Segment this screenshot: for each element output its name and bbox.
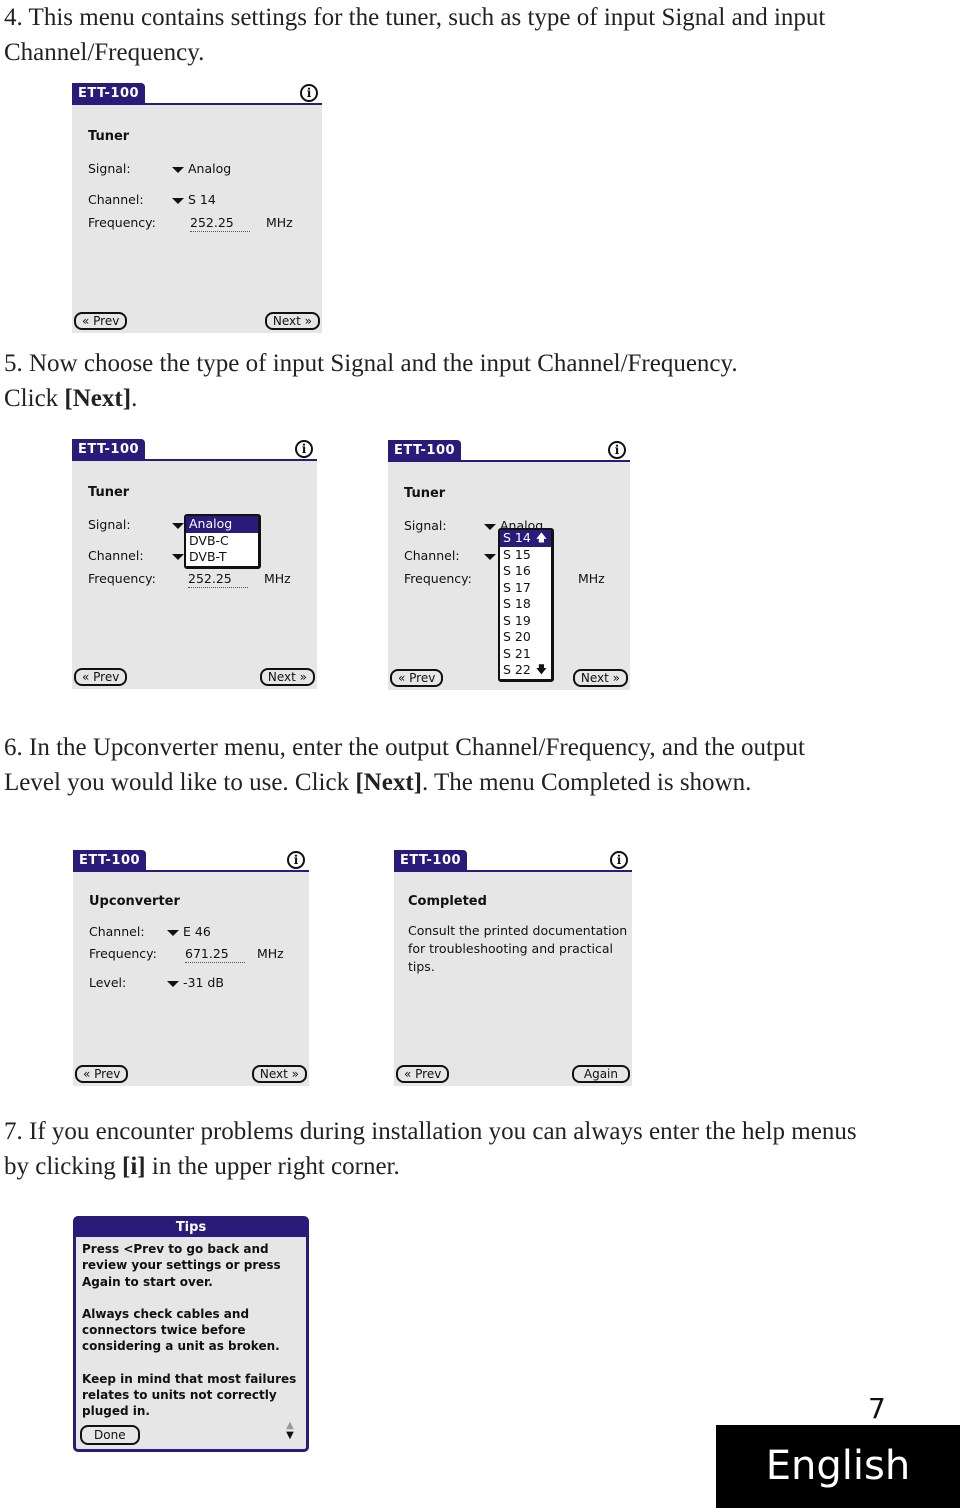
completed-message: Consult the printed documentation for tr…	[408, 923, 628, 974]
tuner-signal-popup-screen: ETT-100 i Tuner Signal: Channel: Frequen…	[72, 439, 317, 689]
channel-option-label: S 22	[503, 662, 531, 677]
app-title: ETT-100	[73, 850, 147, 872]
screen-heading: Tuner	[88, 485, 130, 500]
again-button[interactable]: Again	[571, 1065, 630, 1083]
step-6-text: 6. In the Upconverter menu, enter the ou…	[4, 730, 844, 800]
frequency-label: Frequency:	[88, 215, 156, 230]
app-title: ETT-100	[72, 439, 146, 461]
prev-button[interactable]: « Prev	[396, 1065, 450, 1083]
tips-dialog: Tips Press <Prev to go back and review y…	[73, 1216, 309, 1452]
channel-option[interactable]: S 22 🡇	[500, 662, 551, 679]
scroll-up-icon[interactable]: 🡅	[536, 530, 547, 547]
screen-heading: Tuner	[88, 129, 130, 144]
frequency-unit: MHz	[264, 571, 291, 586]
signal-option[interactable]: DVB-C	[186, 533, 258, 550]
prev-button[interactable]: « Prev	[74, 668, 128, 686]
prev-button[interactable]: « Prev	[74, 312, 128, 330]
channel-option[interactable]: S 14 🡅	[500, 530, 551, 547]
channel-dropdown[interactable]: S 14	[172, 192, 216, 208]
channel-option[interactable]: S 20	[500, 629, 551, 646]
info-icon[interactable]: i	[610, 851, 628, 869]
prev-button[interactable]: « Prev	[390, 669, 444, 687]
signal-popup-list[interactable]: Analog DVB-C DVB-T	[184, 514, 261, 569]
channel-label: Channel:	[404, 548, 460, 563]
frequency-input[interactable]: 252.25	[190, 215, 250, 232]
step-5-post: .	[131, 385, 138, 412]
next-button[interactable]: Next »	[572, 669, 628, 687]
upconverter-screen: ETT-100 i Upconverter Channel: E 46 Freq…	[73, 850, 309, 1086]
step-7-action: [i]	[122, 1153, 146, 1180]
scroll-down-icon[interactable]: 🡇	[536, 662, 547, 679]
tuner-screen: ETT-100 i Tuner Signal: Analog Channel: …	[72, 83, 322, 333]
level-dropdown[interactable]: -31 dB	[167, 975, 224, 991]
completed-screen: ETT-100 i Completed Consult the printed …	[394, 850, 632, 1086]
step-7-text: 7. If you encounter problems during inst…	[4, 1114, 864, 1184]
language-label: English	[716, 1425, 960, 1508]
next-button[interactable]: Next »	[264, 312, 320, 330]
signal-label: Signal:	[88, 161, 131, 176]
frequency-input[interactable]: 671.25	[185, 946, 245, 963]
channel-popup-list[interactable]: S 14 🡅 S 15 S 16 S 17 S 18 S 19 S 20 S 21…	[498, 528, 554, 682]
tips-title: Tips	[76, 1219, 306, 1237]
frequency-unit: MHz	[578, 571, 605, 586]
tips-paragraph: Keep in mind that most failures relates …	[82, 1371, 297, 1419]
frequency-label: Frequency:	[404, 571, 472, 586]
info-icon[interactable]: i	[300, 84, 318, 102]
screen-heading: Completed	[408, 894, 487, 909]
step-6-post: . The menu Completed is shown.	[421, 769, 752, 796]
page-number: 7	[868, 1392, 886, 1425]
scroll-arrows-icon[interactable]: ▲ ▼	[282, 1421, 298, 1443]
channel-option-label: S 14	[503, 530, 531, 545]
channel-option[interactable]: S 19	[500, 613, 551, 630]
channel-option[interactable]: S 18	[500, 596, 551, 613]
frequency-unit: MHz	[257, 946, 284, 961]
level-label: Level:	[89, 975, 127, 990]
step-6-action: [Next]	[355, 769, 422, 796]
signal-label: Signal:	[88, 517, 131, 532]
channel-option[interactable]: S 17	[500, 580, 551, 597]
signal-label: Signal:	[404, 518, 447, 533]
step-5-text: 5. Now choose the type of input Signal a…	[4, 346, 764, 416]
done-button[interactable]: Done	[80, 1425, 140, 1445]
frequency-input[interactable]: 252.25	[188, 571, 248, 588]
channel-option[interactable]: S 16	[500, 563, 551, 580]
tips-body: Press <Prev to go back and review your s…	[76, 1237, 306, 1440]
signal-option[interactable]: DVB-T	[186, 549, 258, 566]
next-button[interactable]: Next »	[251, 1065, 307, 1083]
signal-option[interactable]: Analog	[186, 516, 258, 533]
step-4-text: 4. This menu contains settings for the t…	[4, 4, 826, 66]
info-icon[interactable]: i	[287, 851, 305, 869]
tips-paragraph: Always check cables and connectors twice…	[82, 1306, 280, 1354]
frequency-label: Frequency:	[88, 571, 156, 586]
next-button[interactable]: Next »	[259, 668, 315, 686]
tips-paragraph: Press <Prev to go back and review your s…	[82, 1242, 281, 1289]
channel-label: Channel:	[88, 548, 144, 563]
channel-option[interactable]: S 15	[500, 547, 551, 564]
channel-dropdown[interactable]: E 46	[167, 924, 211, 940]
screen-heading: Upconverter	[89, 894, 180, 909]
channel-option[interactable]: S 21	[500, 646, 551, 663]
app-title: ETT-100	[394, 850, 468, 872]
info-icon[interactable]: i	[608, 441, 626, 459]
signal-dropdown[interactable]: Analog	[172, 161, 231, 177]
frequency-label: Frequency:	[89, 946, 157, 961]
tuner-channel-popup-screen: ETT-100 i Tuner Signal: Analog Channel: …	[388, 440, 630, 690]
step-5-action: [Next]	[64, 385, 132, 412]
app-title: ETT-100	[72, 83, 146, 105]
step-7-post: in the upper right corner.	[145, 1153, 400, 1180]
prev-button[interactable]: « Prev	[75, 1065, 129, 1083]
app-title: ETT-100	[388, 440, 462, 462]
info-icon[interactable]: i	[295, 440, 313, 458]
channel-label: Channel:	[89, 924, 145, 939]
screen-heading: Tuner	[404, 486, 446, 501]
frequency-unit: MHz	[266, 215, 293, 230]
channel-label: Channel:	[88, 192, 144, 207]
